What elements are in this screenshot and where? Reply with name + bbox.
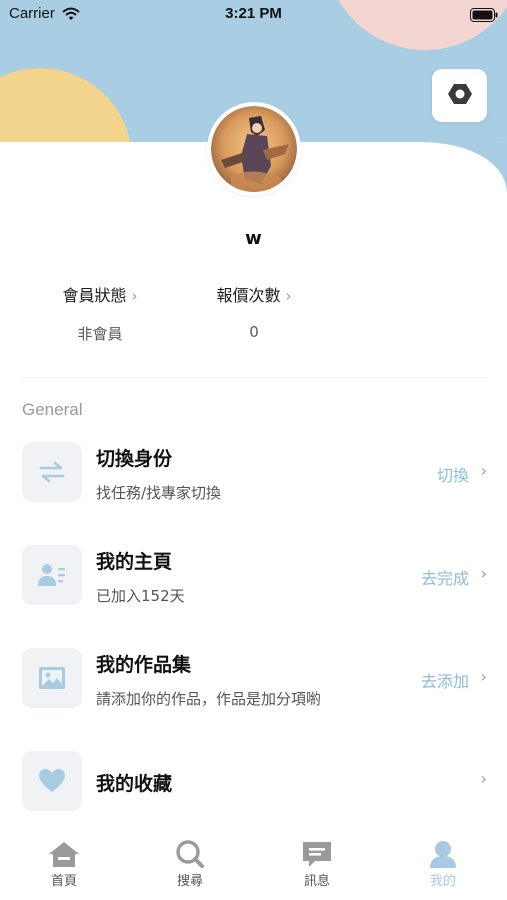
menu-item-favorites[interactable]: 我的收藏 › bbox=[0, 747, 507, 837]
message-icon bbox=[267, 840, 367, 868]
menu-item-title: 我的收藏 bbox=[96, 773, 173, 795]
menu-item-switch-identity[interactable]: 切換身份 找任務/找專家切換 切換 › bbox=[0, 438, 507, 528]
username: w bbox=[245, 228, 262, 249]
tab-messages[interactable]: 訊息 bbox=[267, 840, 367, 889]
tab-label: 我的 bbox=[429, 874, 456, 889]
tab-home[interactable]: 首頁 bbox=[14, 840, 114, 889]
member-status-value: 非會員 bbox=[77, 325, 123, 343]
chevron-right-icon: › bbox=[480, 564, 487, 583]
image-icon bbox=[22, 648, 82, 708]
swap-icon bbox=[22, 442, 82, 502]
tab-search[interactable]: 搜尋 bbox=[140, 840, 240, 889]
quote-count-link[interactable]: 報價次數 › bbox=[184, 282, 324, 306]
menu-item-title: 切換身份 bbox=[96, 448, 173, 470]
menu-item-title: 我的主頁 bbox=[96, 551, 173, 573]
settings-button[interactable] bbox=[432, 69, 487, 122]
divider bbox=[22, 377, 487, 378]
clock: 3:21 PM bbox=[225, 5, 282, 22]
add-action-link[interactable]: 去添加 bbox=[421, 668, 469, 692]
menu-item-my-homepage[interactable]: 我的主頁 已加入152天 去完成 › bbox=[0, 541, 507, 631]
switch-action-link[interactable]: 切換 bbox=[437, 462, 469, 486]
menu-item-subtitle: 找任務/找專家切換 bbox=[96, 484, 222, 502]
chevron-right-icon: › bbox=[480, 461, 487, 480]
complete-action-link[interactable]: 去完成 bbox=[421, 565, 469, 589]
menu-item-subtitle: 已加入152天 bbox=[96, 587, 185, 605]
quote-count-value: 0 bbox=[249, 323, 259, 341]
chevron-right-icon: › bbox=[480, 667, 487, 686]
home-icon bbox=[14, 840, 114, 868]
quote-count-label: 報價次數 bbox=[216, 286, 281, 305]
member-status-label: 會員狀態 bbox=[62, 286, 127, 305]
menu-item-portfolio[interactable]: 我的作品集 請添加你的作品，作品是加分項喲 去添加 › bbox=[0, 644, 507, 734]
tab-bar: 首頁 搜尋 訊息 我的 bbox=[0, 832, 507, 900]
avatar[interactable] bbox=[207, 102, 301, 196]
chevron-right-icon: › bbox=[480, 769, 487, 788]
member-status-link[interactable]: 會員狀態 › bbox=[30, 282, 170, 306]
chevron-right-icon: › bbox=[131, 287, 138, 305]
tab-mine[interactable]: 我的 bbox=[393, 840, 493, 889]
menu-item-subtitle: 請添加你的作品，作品是加分項喲 bbox=[96, 690, 322, 708]
user-icon bbox=[393, 840, 493, 868]
tab-label: 搜尋 bbox=[176, 874, 203, 889]
profile-card-icon bbox=[22, 545, 82, 605]
chevron-right-icon: › bbox=[285, 287, 292, 305]
tab-label: 訊息 bbox=[303, 874, 330, 889]
gear-icon bbox=[447, 81, 473, 111]
search-icon bbox=[140, 840, 240, 868]
section-title: General bbox=[22, 400, 83, 419]
status-bar: Carrier 3:21 PM bbox=[0, 0, 507, 30]
menu-item-title: 我的作品集 bbox=[96, 654, 192, 676]
tab-label: 首頁 bbox=[50, 874, 77, 889]
heart-icon bbox=[22, 751, 82, 811]
battery-icon bbox=[470, 7, 498, 26]
